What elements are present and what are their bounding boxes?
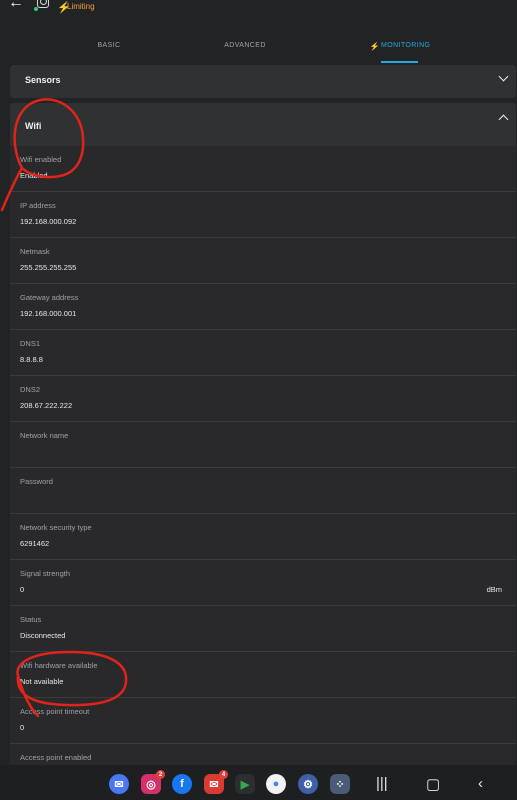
field-label: Gateway address xyxy=(20,293,79,302)
field-label: DNS2 xyxy=(20,385,41,394)
chrome-icon[interactable]: ● xyxy=(266,774,286,794)
field-dns2: DNS2 208.67.222.222 xyxy=(10,376,516,422)
field-wifi-enabled: Wifi enabled Enabled xyxy=(10,146,516,192)
field-gateway-address: Gateway address 192.168.000.001 xyxy=(10,284,516,330)
wifi-title: Wifi xyxy=(25,121,42,131)
field-value: 208.67.222.222 xyxy=(20,401,73,410)
field-dns1: DNS1 8.8.8.8 xyxy=(10,330,516,376)
field-status: Status Disconnected xyxy=(10,606,516,652)
field-value: 192.168.000.092 xyxy=(20,217,77,226)
field-label: DNS1 xyxy=(20,339,41,348)
online-status-dot xyxy=(34,7,38,11)
field-access-point-timeout: Access point timeout 0 xyxy=(10,698,516,744)
field-password: Password xyxy=(10,468,516,514)
home-icon[interactable]: ▢ xyxy=(426,775,440,793)
field-value: 0 xyxy=(20,585,25,594)
field-value: 0 xyxy=(20,723,25,732)
field-label: Status xyxy=(20,615,42,624)
field-label: Network name xyxy=(20,431,69,440)
field-value: Disconnected xyxy=(20,631,66,640)
facebook-icon[interactable]: f xyxy=(172,774,192,794)
system-dock: ✉ ◎ 2 f ✉ 4 ▶ ● ⚙ ⁘ ||| ▢ ‹ xyxy=(0,765,517,800)
recent-apps-icon[interactable]: ||| xyxy=(376,775,388,792)
field-value: 255.255.255.255 xyxy=(20,263,77,272)
back-icon[interactable]: ‹ xyxy=(478,775,483,792)
field-label: Access point enabled xyxy=(20,753,92,762)
field-value: 6291462 xyxy=(20,539,50,548)
notification-badge: 2 xyxy=(156,770,165,779)
tab-monitoring[interactable]: ⚡ MONITORING xyxy=(362,36,438,63)
tab-bar: BASIC ADVANCED ⚡ MONITORING xyxy=(0,36,517,63)
back-arrow-icon[interactable]: ← xyxy=(8,0,24,12)
tab-basic-label: BASIC xyxy=(97,42,121,49)
field-label: Wifi enabled xyxy=(20,155,62,164)
content-area[interactable]: Sensors Wifi Wifi enabled Enabled IP add… xyxy=(0,63,517,765)
field-ip-address: IP address 192.168.000.092 xyxy=(10,192,516,238)
field-label: IP address xyxy=(20,201,56,210)
field-label: Access point timeout xyxy=(20,707,90,716)
bolt-icon: ⚡ xyxy=(369,42,380,51)
field-label: Password xyxy=(20,477,53,486)
app-drawer-icon[interactable]: ⁘ xyxy=(330,774,350,794)
sensors-panel[interactable]: Sensors xyxy=(10,65,516,98)
top-bar: ← ⚡ Limiting xyxy=(0,0,517,28)
sensors-title: Sensors xyxy=(25,75,61,85)
field-wifi-hardware-available: Wifi hardware available Not available xyxy=(10,652,516,698)
chevron-up-icon[interactable] xyxy=(498,114,509,125)
tab-advanced-label: ADVANCED xyxy=(224,42,266,49)
tab-basic[interactable]: BASIC xyxy=(77,36,141,63)
field-network-security-type: Network security type 6291462 xyxy=(10,514,516,560)
chevron-down-icon[interactable] xyxy=(498,71,509,82)
field-label: Netmask xyxy=(20,247,50,256)
field-label: Network security type xyxy=(20,523,92,532)
field-label: Wifi hardware available xyxy=(20,661,98,670)
limiting-status: Limiting xyxy=(67,2,95,11)
field-value: Not available xyxy=(20,677,64,686)
field-netmask: Netmask 255.255.255.255 xyxy=(10,238,516,284)
tab-advanced[interactable]: ADVANCED xyxy=(213,36,277,63)
field-label: Signal strength xyxy=(20,569,71,578)
field-value: 192.168.000.001 xyxy=(20,309,77,318)
device-icon xyxy=(37,0,49,8)
play-store-icon[interactable]: ▶ xyxy=(235,774,255,794)
field-signal-strength: Signal strength 0 dBm xyxy=(10,560,516,606)
messenger-icon[interactable]: ✉ xyxy=(109,774,129,794)
settings-icon[interactable]: ⚙ xyxy=(298,774,318,794)
instagram-icon[interactable]: ◎ 2 xyxy=(141,770,165,794)
field-unit: dBm xyxy=(486,585,502,594)
field-value: 8.8.8.8 xyxy=(20,355,43,364)
field-value: Enabled xyxy=(20,171,48,180)
field-network-name: Network name xyxy=(10,422,516,468)
tab-monitoring-label: MONITORING xyxy=(381,42,431,49)
field-access-point-enabled: Access point enabled xyxy=(10,744,516,765)
wifi-panel-header[interactable]: Wifi xyxy=(10,103,516,146)
mail-icon[interactable]: ✉ 4 xyxy=(204,770,228,794)
notification-badge: 4 xyxy=(219,770,228,779)
